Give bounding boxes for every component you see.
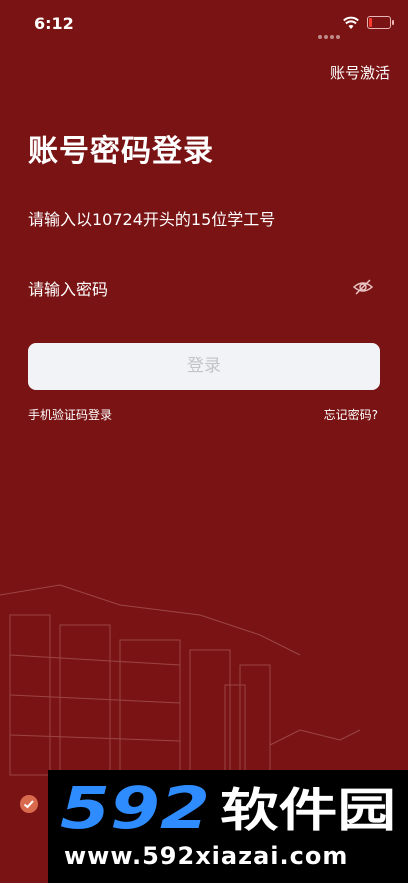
- page-title: 账号密码登录: [28, 134, 214, 169]
- watermark-url: www.592xiazai.com: [64, 842, 349, 870]
- signal-icon: [318, 24, 342, 43]
- battery-icon: [367, 16, 391, 29]
- account-activate-link[interactable]: 账号激活: [330, 62, 390, 83]
- eye-hidden-icon[interactable]: [352, 276, 374, 298]
- campus-building-illustration: [0, 584, 361, 776]
- login-button[interactable]: 登录: [28, 343, 380, 390]
- check-circle-icon: [20, 795, 38, 813]
- sms-login-link[interactable]: 手机验证码登录: [28, 406, 112, 423]
- status-time: 6:12: [34, 14, 74, 33]
- wifi-icon: [343, 16, 359, 29]
- battery-cap: [392, 20, 394, 25]
- status-bar: 6:12: [0, 0, 408, 48]
- account-input[interactable]: 请输入以10724开头的15位学工号: [28, 206, 380, 230]
- forgot-password-link[interactable]: 忘记密码?: [324, 406, 378, 423]
- svg-text:592: 592: [60, 776, 210, 836]
- password-input[interactable]: 请输入密码: [28, 276, 348, 300]
- watermark-logo: 592 软件园: [60, 776, 396, 836]
- svg-text:软件园: 软件园: [220, 783, 396, 836]
